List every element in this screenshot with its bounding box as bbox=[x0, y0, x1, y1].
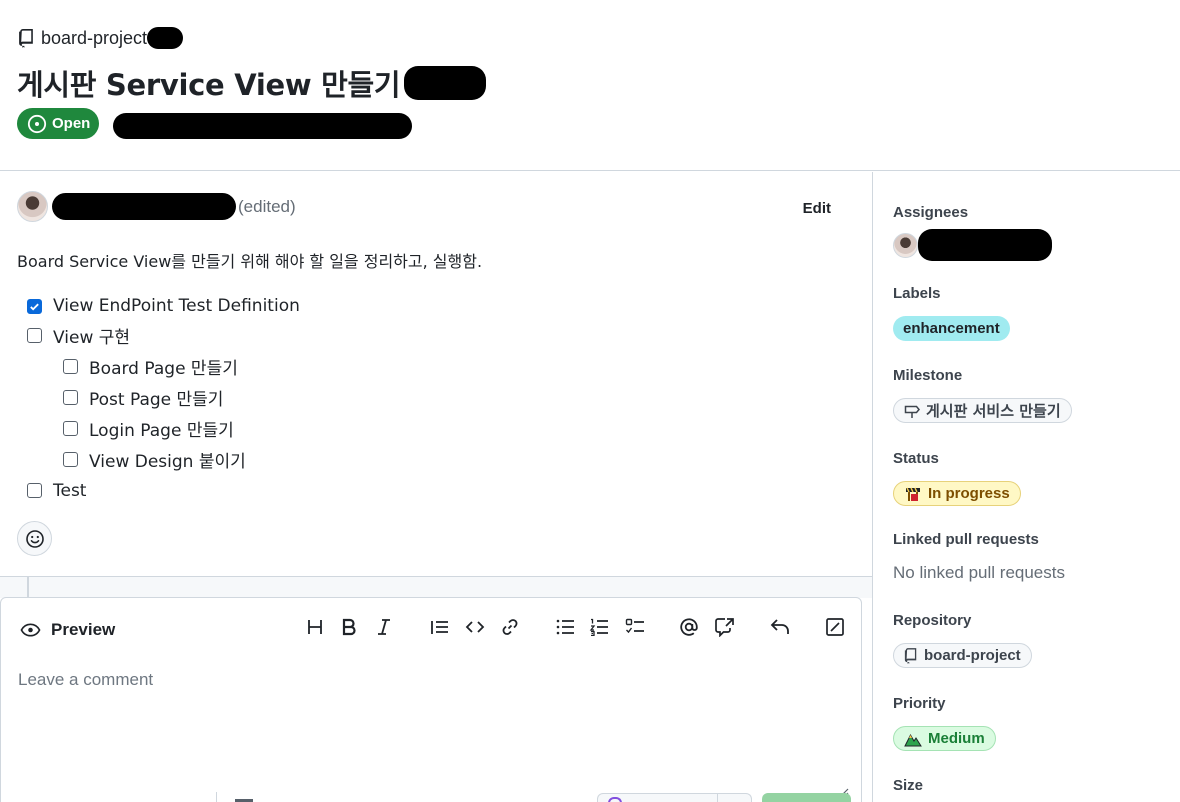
bold-icon[interactable] bbox=[337, 615, 361, 639]
milestone-icon bbox=[904, 405, 920, 418]
issue-title-text: 게시판 Service View 만들기 bbox=[17, 68, 401, 102]
timeline-divider bbox=[0, 576, 872, 599]
task-checkbox[interactable] bbox=[27, 483, 42, 498]
avatar[interactable] bbox=[17, 191, 48, 222]
milestone-heading: Milestone bbox=[893, 367, 963, 384]
status-heading: Status bbox=[893, 450, 939, 467]
smiley-icon bbox=[25, 529, 44, 548]
task-label: View 구현 bbox=[53, 328, 131, 348]
milestone-name: 게시판 서비스 만들기 bbox=[926, 402, 1061, 420]
issue-open-icon bbox=[27, 114, 47, 133]
repo-name[interactable]: board-project bbox=[41, 28, 147, 49]
page-title: 게시판 Service View 만들기 bbox=[17, 62, 487, 104]
status-value: In progress bbox=[928, 485, 1010, 502]
comment-textarea[interactable]: Leave a comment bbox=[18, 670, 153, 690]
reply-icon[interactable] bbox=[768, 615, 792, 639]
task-list-item: Post Page 만들기 bbox=[27, 382, 300, 413]
priority-section[interactable]: Priority Medium bbox=[893, 695, 996, 752]
markdown-toolbar bbox=[1, 615, 861, 639]
repository-value: board-project bbox=[924, 647, 1021, 664]
repo-breadcrumb[interactable]: board-project bbox=[18, 27, 184, 49]
fullscreen-icon[interactable] bbox=[823, 615, 847, 639]
task-list: View EndPoint Test Definition View 구현 Boar… bbox=[27, 292, 300, 506]
task-checkbox[interactable] bbox=[27, 328, 42, 343]
task-list-icon[interactable] bbox=[623, 615, 647, 639]
redacted-author bbox=[52, 193, 236, 220]
construction-icon bbox=[906, 487, 920, 501]
numbered-list-icon[interactable] bbox=[587, 615, 611, 639]
size-section[interactable]: Size bbox=[893, 777, 923, 794]
add-reaction-button[interactable] bbox=[17, 521, 52, 556]
milestone-pill[interactable]: 게시판 서비스 만들기 bbox=[893, 398, 1072, 423]
mention-icon[interactable] bbox=[677, 615, 701, 639]
task-list-item: Test bbox=[27, 475, 300, 506]
repository-pill[interactable]: board-project bbox=[893, 643, 1032, 668]
task-label: Post Page 만들기 bbox=[89, 390, 224, 410]
task-checkbox-checked[interactable] bbox=[27, 298, 42, 314]
mountain-icon bbox=[904, 733, 922, 746]
reference-icon[interactable] bbox=[713, 615, 737, 639]
task-label: View EndPoint Test Definition bbox=[53, 296, 300, 316]
task-label: Login Page 만들기 bbox=[89, 421, 234, 441]
label-enhancement[interactable]: enhancement bbox=[893, 316, 1010, 341]
task-list-item: View 구현 bbox=[27, 320, 300, 351]
assignees-heading: Assignees bbox=[893, 204, 969, 221]
issue-main-column: (edited) Edit Board Service View를 만들기 위해… bbox=[0, 172, 873, 802]
repo-icon bbox=[19, 28, 33, 48]
task-checkbox[interactable] bbox=[63, 390, 78, 405]
priority-value: Medium bbox=[928, 730, 985, 747]
assignees-section[interactable]: Assignees bbox=[893, 204, 1052, 261]
edit-button[interactable]: Edit bbox=[803, 200, 831, 217]
assignee-avatar[interactable] bbox=[893, 232, 918, 258]
task-list-item: View Design 붙이기 bbox=[27, 444, 300, 475]
comment-editor: Preview Leave a comment bbox=[0, 597, 862, 802]
redacted-assignee bbox=[918, 229, 1052, 261]
status-pill[interactable]: In progress bbox=[893, 481, 1021, 506]
issue-body-text: Board Service View를 만들기 위해 해야 할 일을 정리하고,… bbox=[17, 252, 483, 271]
issue-header: board-project 게시판 Service View 만들기 Open bbox=[0, 0, 1180, 171]
issue-state-badge: Open bbox=[17, 108, 99, 139]
milestone-section[interactable]: Milestone 게시판 서비스 만들기 bbox=[893, 367, 1072, 424]
comment-submit-button[interactable] bbox=[762, 793, 851, 802]
redacted-issue-number bbox=[404, 66, 487, 100]
bulleted-list-icon[interactable] bbox=[553, 615, 577, 639]
issue-state-label: Open bbox=[52, 115, 91, 132]
editor-footer-divider bbox=[216, 792, 217, 802]
task-checkbox[interactable] bbox=[63, 421, 78, 436]
copilot-icon bbox=[608, 797, 622, 802]
heading-icon[interactable] bbox=[303, 615, 327, 639]
repository-heading: Repository bbox=[893, 612, 972, 629]
task-label: View Design 붙이기 bbox=[89, 452, 246, 472]
linked-pr-heading: Linked pull requests bbox=[893, 531, 1039, 548]
size-heading: Size bbox=[893, 777, 924, 794]
task-list-item: Login Page 만들기 bbox=[27, 413, 300, 444]
task-list-item: View EndPoint Test Definition bbox=[27, 292, 300, 320]
italic-icon[interactable] bbox=[372, 615, 396, 639]
status-section[interactable]: Status In progress bbox=[893, 450, 1021, 508]
copilot-dropdown-divider bbox=[717, 793, 718, 802]
timeline-line bbox=[27, 577, 29, 599]
task-label: Test bbox=[53, 480, 87, 501]
redacted-owner bbox=[147, 27, 184, 49]
task-checkbox[interactable] bbox=[63, 359, 78, 374]
task-checkbox[interactable] bbox=[63, 452, 78, 467]
repo-icon bbox=[904, 647, 917, 664]
task-list-item: Board Page 만들기 bbox=[27, 351, 300, 382]
priority-heading: Priority bbox=[893, 695, 946, 712]
redacted-issue-meta bbox=[113, 113, 412, 139]
linked-pr-section[interactable]: Linked pull requests No linked pull requ… bbox=[893, 531, 1065, 583]
labels-heading: Labels bbox=[893, 285, 941, 302]
linked-pr-empty: No linked pull requests bbox=[893, 563, 1065, 582]
labels-section[interactable]: Labels enhancement bbox=[893, 285, 1010, 341]
repository-section[interactable]: Repository board-project bbox=[893, 612, 1032, 669]
quote-icon[interactable] bbox=[428, 615, 452, 639]
code-icon[interactable] bbox=[463, 615, 487, 639]
comment-header: (edited) Edit bbox=[17, 191, 837, 222]
priority-pill[interactable]: Medium bbox=[893, 726, 996, 751]
task-label: Board Page 만들기 bbox=[89, 359, 238, 379]
link-icon[interactable] bbox=[498, 615, 522, 639]
edited-indicator[interactable]: (edited) bbox=[238, 197, 296, 217]
